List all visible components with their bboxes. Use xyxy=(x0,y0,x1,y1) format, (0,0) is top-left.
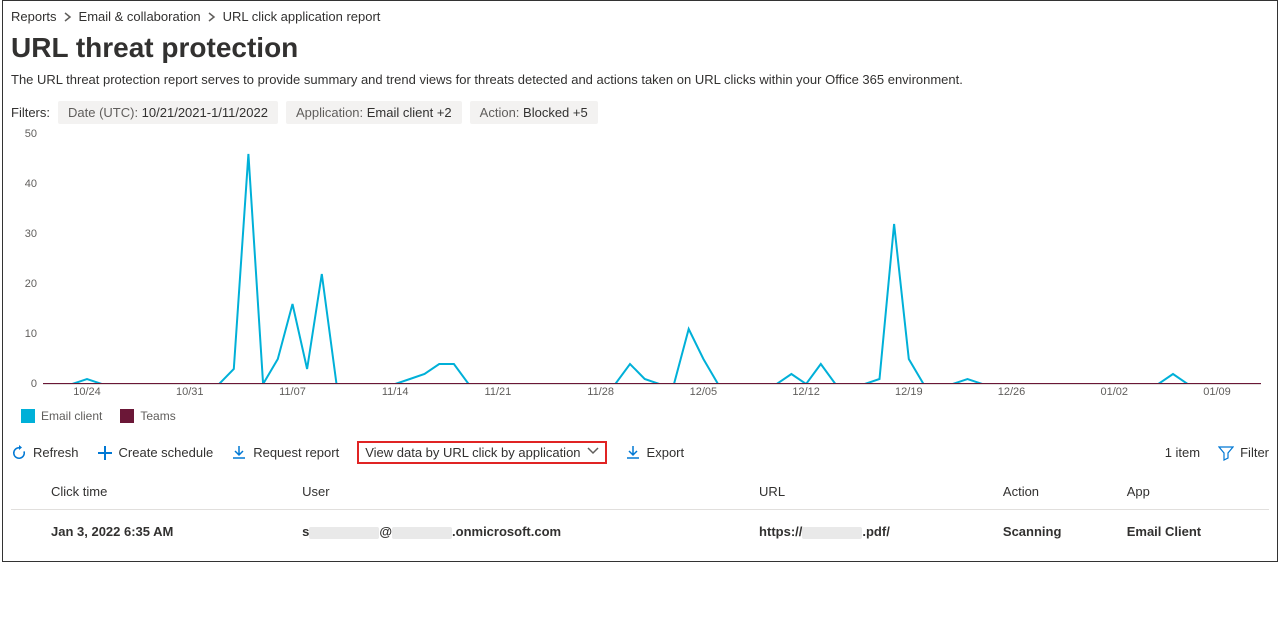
export-button[interactable]: Export xyxy=(625,445,685,461)
breadcrumb-item[interactable]: Reports xyxy=(11,9,57,24)
x-tick: 01/09 xyxy=(1203,386,1231,398)
plot-area xyxy=(43,134,1261,385)
filter-application[interactable]: Application: Email client +2 xyxy=(286,101,462,124)
legend-item[interactable]: Email client xyxy=(21,409,102,423)
x-tick: 12/19 xyxy=(895,386,923,398)
table-header-row: Click timeUserURLActionApp xyxy=(11,474,1269,510)
y-tick: 50 xyxy=(25,128,37,140)
legend-item[interactable]: Teams xyxy=(120,409,175,423)
legend-label: Email client xyxy=(41,409,102,423)
results-table: Click timeUserURLActionApp Jan 3, 2022 6… xyxy=(11,474,1269,553)
column-header[interactable]: URL xyxy=(751,474,995,510)
column-header[interactable]: App xyxy=(1119,474,1269,510)
x-tick: 12/05 xyxy=(690,386,718,398)
cell-action: Scanning xyxy=(995,510,1119,554)
table-row[interactable]: Jan 3, 2022 6:35 AMs@.onmicrosoft.comhtt… xyxy=(11,510,1269,554)
column-header[interactable]: User xyxy=(294,474,751,510)
item-count: 1 item xyxy=(1165,445,1200,460)
chart-legend: Email client Teams xyxy=(21,409,1269,423)
y-tick: 0 xyxy=(31,378,37,390)
refresh-icon xyxy=(11,445,27,461)
y-tick: 40 xyxy=(25,178,37,190)
y-tick: 20 xyxy=(25,278,37,290)
refresh-button[interactable]: Refresh xyxy=(11,445,79,461)
filter-action[interactable]: Action: Blocked +5 xyxy=(470,101,598,124)
legend-swatch xyxy=(120,409,134,423)
chevron-down-icon xyxy=(587,445,599,460)
request-report-button[interactable]: Request report xyxy=(231,445,339,461)
x-tick: 11/28 xyxy=(587,386,614,398)
toolbar: Refresh Create schedule Request report V… xyxy=(11,441,1269,464)
cell-click-time: Jan 3, 2022 6:35 AM xyxy=(11,510,294,554)
line-chart: 01020304050 10/2410/3111/0711/1411/2111/… xyxy=(11,134,1269,399)
y-axis: 01020304050 xyxy=(11,134,39,384)
filter-icon xyxy=(1218,445,1234,461)
filters-row: Filters: Date (UTC): 10/21/2021-1/11/202… xyxy=(11,101,1269,124)
breadcrumb-item[interactable]: Email & collaboration xyxy=(79,9,201,24)
x-axis: 10/24 10/31 11/07 11/14 11/21 11/28 12/05 12/12… xyxy=(43,386,1261,402)
view-data-by-dropdown[interactable]: View data by URL click by application xyxy=(357,441,606,464)
x-tick: 11/14 xyxy=(382,386,409,398)
x-tick: 11/21 xyxy=(485,386,512,398)
y-tick: 10 xyxy=(25,328,37,340)
breadcrumb-item: URL click application report xyxy=(223,9,381,24)
column-header[interactable]: Click time xyxy=(11,474,294,510)
chevron-right-icon xyxy=(207,12,217,22)
cell-url: https://.pdf/ xyxy=(751,510,995,554)
chevron-right-icon xyxy=(63,12,73,22)
page-description: The URL threat protection report serves … xyxy=(11,72,1269,87)
filter-button[interactable]: Filter xyxy=(1218,445,1269,461)
page-title: URL threat protection xyxy=(11,32,1269,64)
y-tick: 30 xyxy=(25,228,37,240)
download-icon xyxy=(231,445,247,461)
x-tick: 11/07 xyxy=(279,386,306,398)
column-header[interactable]: Action xyxy=(995,474,1119,510)
x-tick: 10/31 xyxy=(176,386,204,398)
create-schedule-button[interactable]: Create schedule xyxy=(97,445,214,461)
x-tick: 12/12 xyxy=(792,386,820,398)
legend-label: Teams xyxy=(140,409,175,423)
cell-user: s@.onmicrosoft.com xyxy=(294,510,751,554)
breadcrumb: Reports Email & collaboration URL click ap… xyxy=(11,9,1269,24)
legend-swatch xyxy=(21,409,35,423)
x-tick: 10/24 xyxy=(73,386,101,398)
x-tick: 12/26 xyxy=(998,386,1026,398)
chart-series xyxy=(43,154,1261,384)
filters-label: Filters: xyxy=(11,105,50,120)
download-icon xyxy=(625,445,641,461)
plus-icon xyxy=(97,445,113,461)
cell-app: Email Client xyxy=(1119,510,1269,554)
filter-date[interactable]: Date (UTC): 10/21/2021-1/11/2022 xyxy=(58,101,278,124)
x-tick: 01/02 xyxy=(1100,386,1128,398)
